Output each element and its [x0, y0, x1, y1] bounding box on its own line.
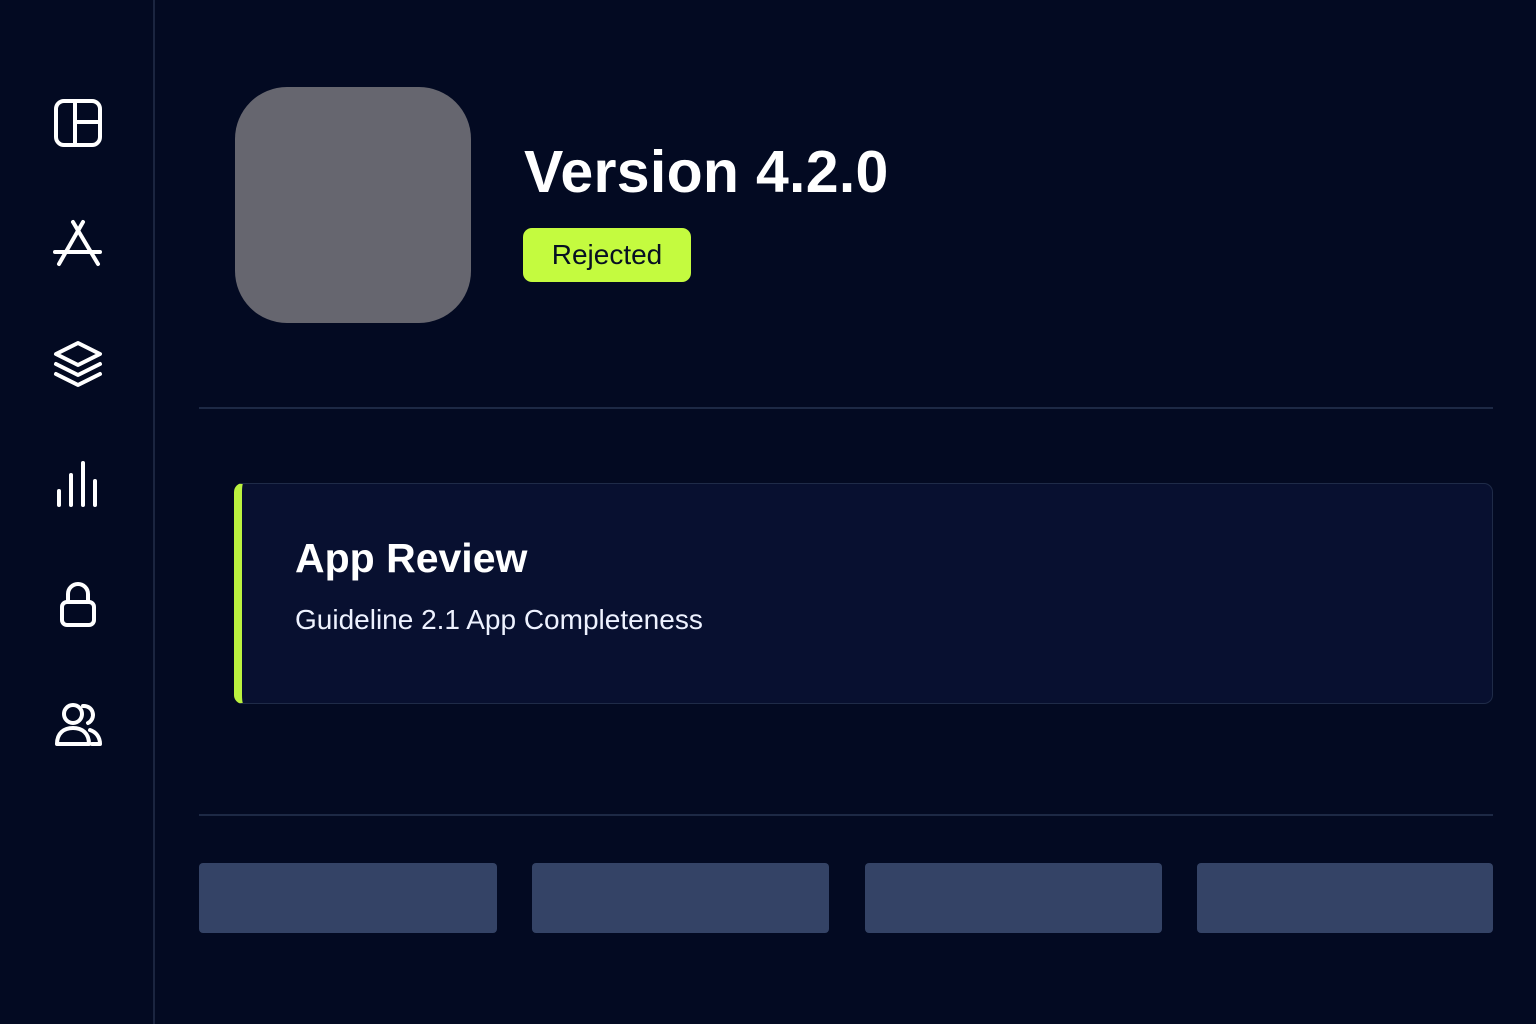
app-version-page: Version 4.2.0 Rejected App Review Guidel… — [0, 0, 1536, 1024]
actions-divider — [199, 814, 1493, 816]
sidebar-item-analytics[interactable] — [52, 459, 104, 511]
sidebar-item-users[interactable] — [52, 699, 104, 751]
app-store-icon — [53, 220, 102, 266]
sidebar-item-app-store[interactable] — [52, 218, 104, 270]
app-review-card: App Review Guideline 2.1 App Completenes… — [234, 483, 1493, 704]
page-title: Version 4.2.0 — [524, 139, 889, 205]
action-button-3[interactable] — [865, 863, 1162, 933]
layers-icon — [54, 341, 102, 387]
section-divider — [199, 407, 1493, 409]
sidebar-item-dashboard[interactable] — [52, 97, 104, 149]
main-content: Version 4.2.0 Rejected App Review Guidel… — [155, 0, 1536, 1024]
dashboard-layout-icon — [54, 99, 102, 147]
review-title: App Review — [295, 535, 528, 581]
bar-chart-icon — [57, 461, 97, 507]
action-button-1[interactable] — [199, 863, 497, 933]
action-button-2[interactable] — [532, 863, 829, 933]
sidebar-navigation — [0, 0, 155, 1024]
sidebar-item-layers[interactable] — [52, 339, 104, 391]
review-guideline: Guideline 2.1 App Completeness — [295, 604, 703, 635]
lock-icon — [60, 582, 96, 627]
status-badge: Rejected — [523, 228, 691, 282]
users-icon — [55, 703, 102, 746]
action-button-4[interactable] — [1197, 863, 1493, 933]
sidebar-item-security[interactable] — [52, 579, 104, 631]
app-icon-placeholder — [235, 87, 471, 323]
